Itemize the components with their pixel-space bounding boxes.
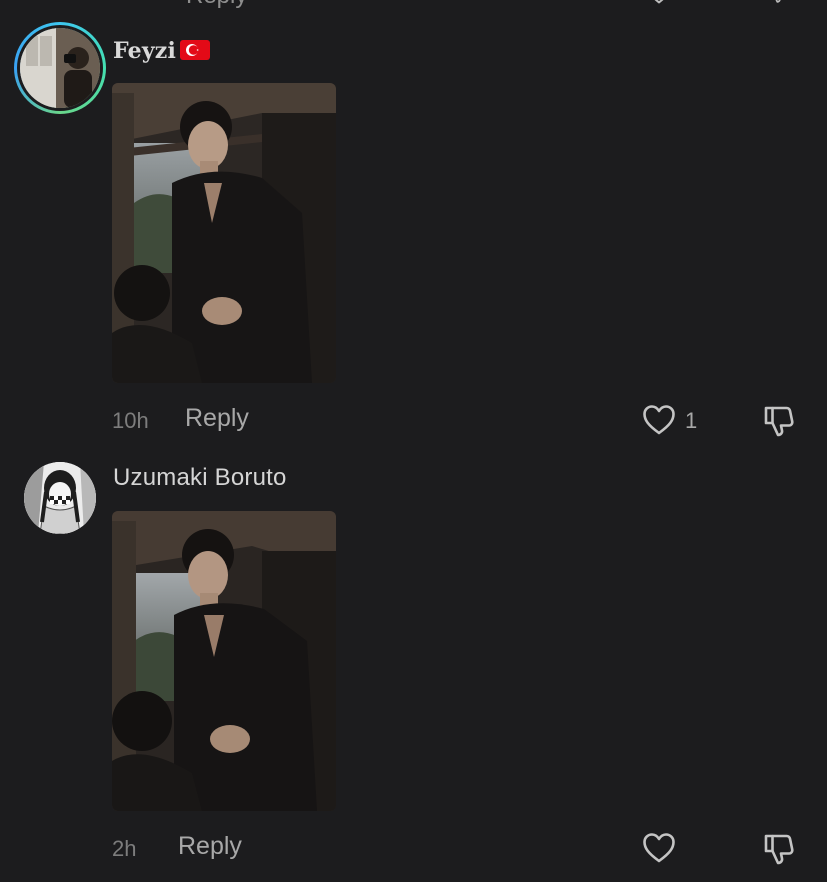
reply-button[interactable]: Reply: [178, 832, 242, 861]
username[interactable]: Feyzi: [113, 38, 211, 64]
comment-photo: [112, 83, 336, 383]
avatar-manga-photo: [24, 462, 96, 534]
comment-actions: 2h Reply: [0, 828, 827, 868]
turkey-flag-icon: [180, 40, 211, 60]
username[interactable]: Uzumaki Boruto: [113, 464, 287, 492]
comments-list: Reply Feyzi: [0, 0, 827, 882]
previous-comment-actions: Reply: [0, 0, 827, 9]
heart-outline-icon[interactable]: [642, 404, 676, 436]
avatar-photo: [20, 28, 100, 108]
thumbs-down-outline-icon[interactable]: [762, 832, 796, 866]
comment-image[interactable]: [112, 511, 336, 811]
comment-image[interactable]: [112, 83, 336, 383]
avatar-container[interactable]: [24, 462, 96, 534]
previous-reply-button[interactable]: Reply: [186, 0, 247, 10]
comment-timestamp: 10h: [112, 408, 149, 433]
avatar-story-ring[interactable]: [14, 22, 106, 114]
heart-outline-icon[interactable]: [642, 832, 676, 864]
avatar[interactable]: [24, 462, 96, 534]
thumbs-down-outline-icon[interactable]: [762, 404, 796, 438]
comment-timestamp: 2h: [112, 836, 137, 861]
comment-photo: [112, 511, 336, 811]
thumbs-down-outline-icon[interactable]: [764, 0, 792, 4]
reply-button[interactable]: Reply: [185, 404, 249, 433]
like-count: 1: [685, 408, 698, 433]
comment-actions: 10h Reply 1: [0, 400, 827, 440]
avatar[interactable]: [17, 25, 103, 111]
heart-outline-icon[interactable]: [645, 0, 673, 4]
username-text[interactable]: Feyzi: [113, 38, 176, 64]
